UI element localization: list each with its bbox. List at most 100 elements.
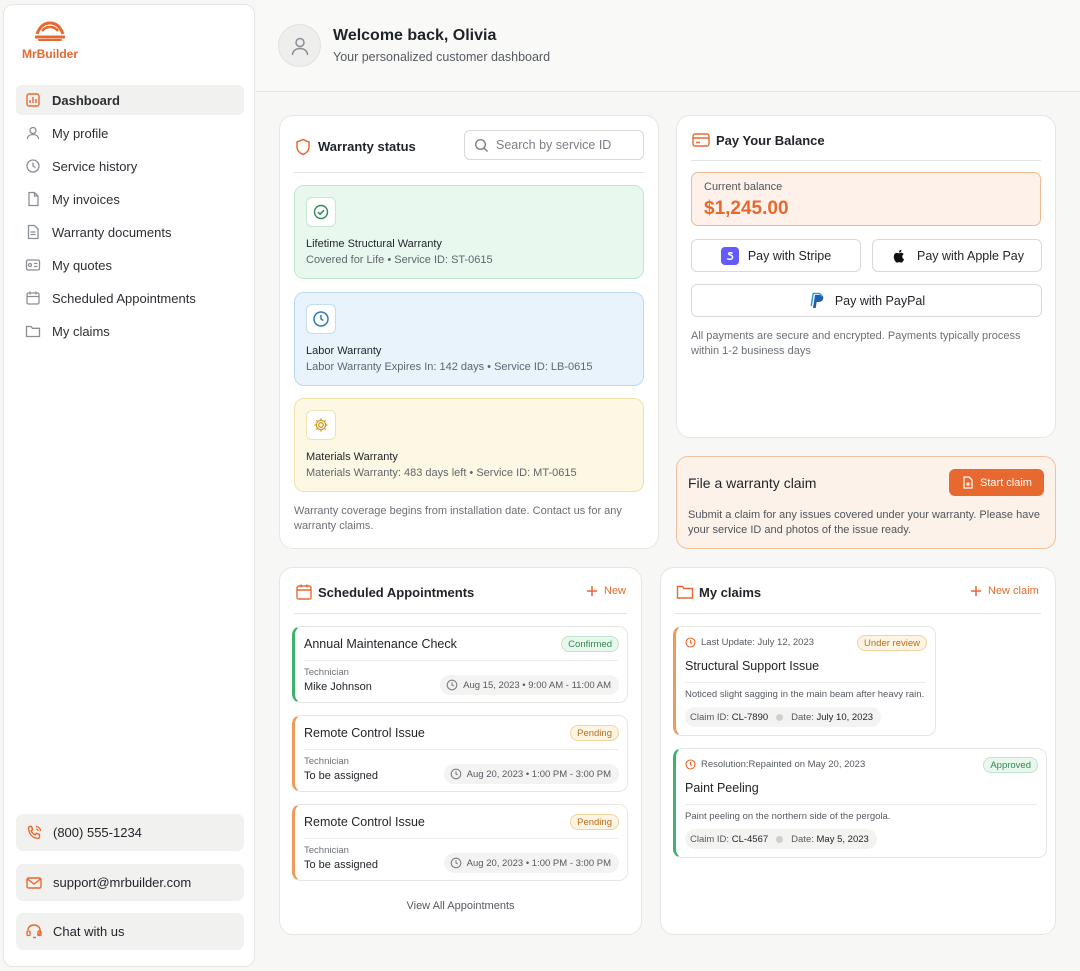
contact-chat[interactable]: Chat with us	[16, 913, 244, 950]
sidebar-item-claims[interactable]: My claims	[16, 316, 244, 346]
warranty-claim-banner: File a warranty claim Start claim Submit…	[676, 456, 1056, 549]
sidebar-item-dashboard[interactable]: Dashboard	[16, 85, 244, 115]
claim-banner-title: File a warranty claim	[688, 475, 817, 491]
appointment-time-text: Aug 15, 2023 • 9:00 AM - 11:00 AM	[463, 679, 611, 691]
new-appointment-label: New	[604, 585, 627, 597]
claim-date: July 10, 2023	[816, 711, 874, 723]
card-title: Pay Your Balance	[716, 133, 825, 148]
appointment-time: Aug 20, 2023 • 1:00 PM - 3:00 PM	[443, 853, 619, 873]
technician-name: To be assigned	[304, 859, 378, 871]
claim-id: CL-7890	[731, 711, 769, 723]
claim-id-label: Claim ID:	[690, 833, 730, 845]
paypal-icon	[810, 292, 824, 308]
claim-item[interactable]: Last Update: July 12, 2023 Under review …	[673, 626, 936, 736]
pay-apple-button[interactable]: Pay with Apple Pay	[872, 239, 1042, 272]
contact-email[interactable]: support@mrbuilder.com	[16, 864, 244, 901]
technician-name: To be assigned	[304, 770, 378, 782]
claim-id-label: Claim ID:	[690, 711, 730, 723]
sidebar: MrBuilder Dashboard My profile Service h…	[3, 4, 255, 967]
claim-title: Structural Support Issue	[685, 659, 820, 673]
status-badge: Pending	[570, 814, 619, 830]
clock-icon	[685, 759, 696, 770]
pay-apple-label: Pay with Apple Pay	[916, 248, 1024, 263]
card-title: My claims	[699, 585, 762, 600]
start-claim-button[interactable]: Start claim	[949, 469, 1044, 496]
avatar[interactable]	[278, 24, 321, 67]
sidebar-item-label: My profile	[52, 125, 109, 141]
warranty-name: Materials Warranty	[306, 451, 398, 463]
warranty-item[interactable]: Labor Warranty Labor Warranty Expires In…	[294, 292, 644, 386]
technician-name: Mike Johnson	[304, 681, 372, 693]
clock-icon	[450, 768, 462, 780]
sidebar-item-warranty-documents[interactable]: Warranty documents	[16, 217, 244, 247]
sidebar-item-quotes[interactable]: My quotes	[16, 250, 244, 280]
start-claim-label: Start claim	[980, 476, 1032, 489]
new-claim-link[interactable]: New claim	[970, 585, 1039, 597]
plus-icon	[587, 586, 597, 596]
status-badge: Approved	[983, 757, 1038, 773]
contact-phone[interactable]: (800) 555-1234	[16, 814, 244, 851]
status-badge: Confirmed	[561, 636, 619, 652]
check-circle-icon	[313, 204, 329, 220]
appointment-item[interactable]: Remote Control Issue Pending Technician …	[292, 715, 628, 792]
separator-dot	[776, 713, 784, 721]
claim-item[interactable]: Resolution:Repainted on May 20, 2023 App…	[673, 748, 1047, 858]
calendar-icon	[26, 291, 40, 305]
claim-update: Last Update: July 12, 2023	[685, 637, 814, 648]
phone-icon	[27, 825, 42, 839]
user-icon	[291, 37, 308, 55]
sidebar-item-invoices[interactable]: My invoices	[16, 184, 244, 214]
divider	[294, 613, 627, 614]
user-icon	[26, 126, 40, 140]
stripe-icon	[720, 246, 739, 265]
technician-label: Technician	[304, 845, 349, 856]
page-subtitle: Your personalized customer dashboard	[333, 50, 551, 64]
warranty-item[interactable]: Materials Warranty Materials Warranty: 4…	[294, 398, 644, 492]
warranty-name: Lifetime Structural Warranty	[306, 238, 442, 250]
card-title: Scheduled Appointments	[318, 585, 475, 600]
new-appointment-link[interactable]: New	[586, 585, 626, 597]
file-icon	[28, 191, 39, 207]
page-header	[256, 0, 1080, 92]
folder-icon	[676, 585, 694, 599]
divider	[691, 160, 1041, 161]
sidebar-item-label: Dashboard	[52, 92, 120, 108]
pay-paypal-button[interactable]: Pay with PayPal	[691, 284, 1042, 317]
warranty-name: Labor Warranty	[306, 345, 382, 357]
claim-date-label: Date:	[791, 833, 814, 845]
claim-description: Paint peeling on the northern side of th…	[685, 811, 891, 822]
search-input[interactable]: Search by service ID	[464, 130, 644, 160]
sidebar-item-label: My quotes	[52, 257, 112, 273]
contact-label: (800) 555-1234	[53, 825, 142, 840]
technician-label: Technician	[304, 667, 349, 678]
view-all-appointments-link[interactable]: View All Appointments	[280, 900, 641, 912]
warranty-item[interactable]: Lifetime Structural Warranty Covered for…	[294, 185, 644, 279]
sidebar-item-label: Service history	[52, 158, 138, 174]
warranty-desc: Materials Warranty: 483 days left • Serv…	[306, 467, 577, 479]
clock-icon	[446, 679, 458, 691]
sidebar-item-label: My invoices	[52, 191, 120, 207]
sidebar-item-appointments[interactable]: Scheduled Appointments	[16, 283, 244, 313]
contact-label: support@mrbuilder.com	[53, 875, 192, 890]
divider	[304, 838, 618, 839]
warranty-badge	[306, 197, 336, 227]
sidebar-item-service-history[interactable]: Service history	[16, 151, 244, 181]
gear-icon	[314, 418, 328, 432]
plus-icon	[971, 586, 981, 596]
sidebar-item-profile[interactable]: My profile	[16, 118, 244, 148]
warranty-desc: Labor Warranty Expires In: 142 days • Se…	[306, 361, 593, 373]
appointment-item[interactable]: Remote Control Issue Pending Technician …	[292, 804, 628, 881]
appointment-item[interactable]: Annual Maintenance Check Confirmed Techn…	[292, 626, 628, 703]
appointments-card: Scheduled Appointments New Annual Mainte…	[279, 567, 642, 935]
divider	[685, 682, 926, 683]
apple-icon	[893, 249, 905, 263]
new-claim-label: New claim	[988, 585, 1039, 597]
claim-update: Resolution:Repainted on May 20, 2023	[685, 759, 865, 770]
appointment-title: Remote Control Issue	[304, 726, 425, 740]
pay-stripe-button[interactable]: Pay with Stripe	[691, 239, 861, 272]
claim-description: Noticed slight sagging in the main beam …	[685, 689, 925, 700]
claim-meta: Claim ID: CL-7890 Date: July 10, 2023	[685, 707, 882, 727]
chart-icon	[26, 93, 40, 107]
warranty-status-card: Warranty status Search by service ID Lif…	[279, 115, 659, 549]
clock-icon	[685, 637, 696, 648]
